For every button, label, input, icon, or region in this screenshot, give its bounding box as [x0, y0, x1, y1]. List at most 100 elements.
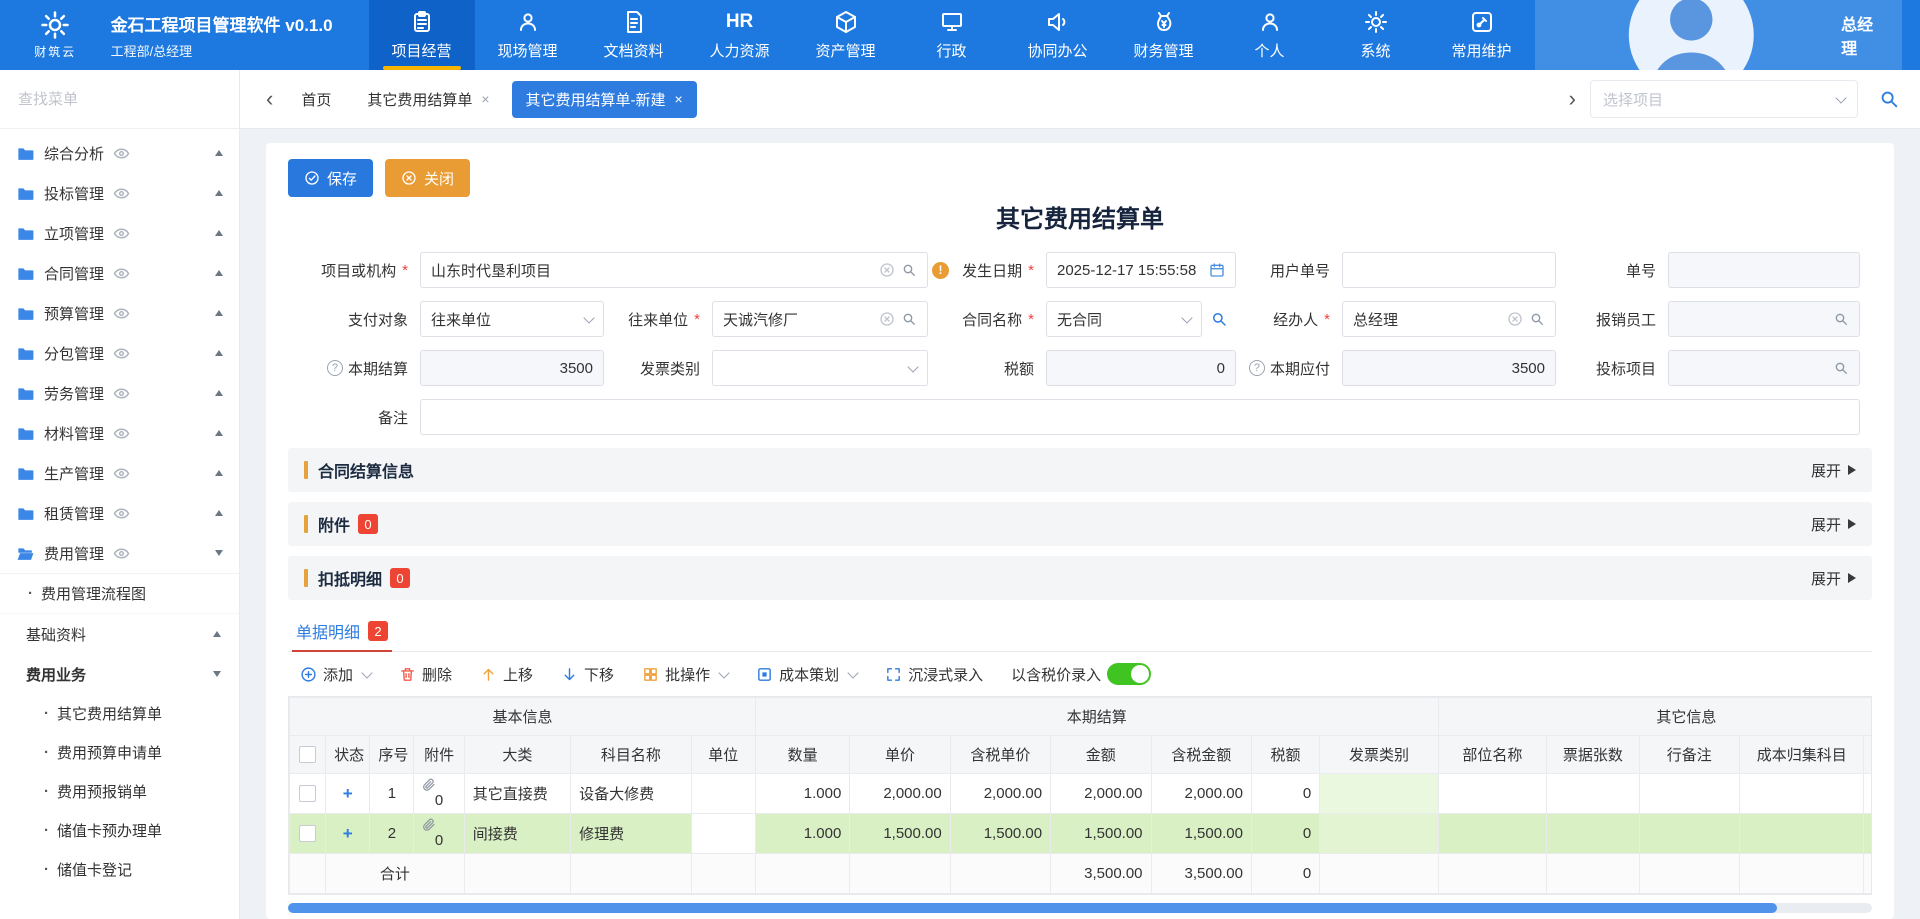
- eye-icon[interactable]: [113, 385, 130, 402]
- cell-amount-tax[interactable]: 2,000.00: [1151, 774, 1251, 814]
- clear-icon[interactable]: [879, 262, 895, 278]
- save-button[interactable]: 保存: [288, 159, 373, 197]
- sidebar-sub-expense-pre-reimbursement[interactable]: 费用预报销单: [0, 772, 239, 811]
- nav-item-site-mgmt[interactable]: 现场管理: [475, 0, 581, 70]
- cell-price[interactable]: 1,500.00: [850, 814, 950, 854]
- cell-invoice-type[interactable]: [1320, 774, 1439, 814]
- scrollbar-thumb[interactable]: [288, 903, 1777, 913]
- sidebar-item-contract[interactable]: 合同管理: [0, 253, 239, 293]
- cell-category[interactable]: 其它直接费: [464, 774, 570, 814]
- bid-project-field[interactable]: [1668, 350, 1860, 386]
- cell-attachment[interactable]: 0: [414, 814, 464, 854]
- immersive-entry-button[interactable]: 沉浸式录入: [885, 664, 983, 685]
- cell-amount-tax[interactable]: 1,500.00: [1151, 814, 1251, 854]
- calendar-icon[interactable]: [1209, 262, 1225, 278]
- expand-toggle[interactable]: 展开: [1811, 514, 1856, 535]
- sidebar-item-bidding[interactable]: 投标管理: [0, 173, 239, 213]
- sidebar-sub-other-expense-settlement[interactable]: 其它费用结算单: [0, 694, 239, 733]
- employee-field[interactable]: [1668, 301, 1860, 337]
- cell-amount[interactable]: 1,500.00: [1051, 814, 1151, 854]
- cell-invoice-type[interactable]: [1320, 814, 1439, 854]
- sidebar-item-material[interactable]: 材料管理: [0, 413, 239, 453]
- sidebar-sub-stored-card-register[interactable]: 储值卡登记: [0, 850, 239, 889]
- eye-icon[interactable]: [113, 265, 130, 282]
- nav-item-documents[interactable]: 文档资料: [581, 0, 687, 70]
- eye-icon[interactable]: [113, 465, 130, 482]
- cell-part-name[interactable]: [1438, 774, 1546, 814]
- section-attachments[interactable]: 附件 0 展开: [288, 502, 1872, 546]
- nav-item-collaboration[interactable]: 协同办公: [1005, 0, 1111, 70]
- cell-cost-subject[interactable]: [1739, 814, 1864, 854]
- nav-item-admin[interactable]: 行政: [899, 0, 1005, 70]
- search-icon[interactable]: [901, 262, 917, 278]
- app-subtitle[interactable]: 工程部/总经理: [111, 41, 359, 60]
- nav-item-maintenance[interactable]: 常用维护: [1429, 0, 1535, 70]
- sidebar-group-basic-data[interactable]: 基础资料: [0, 614, 239, 654]
- eye-icon[interactable]: [113, 305, 130, 322]
- tab-detail-lines[interactable]: 单据明细 2: [292, 610, 392, 652]
- sidebar-sub-expense-budget-application[interactable]: 费用预算申请单: [0, 733, 239, 772]
- user-no-field[interactable]: [1342, 252, 1556, 288]
- sidebar-group-expense-business[interactable]: 费用业务: [0, 654, 239, 694]
- eye-icon[interactable]: [113, 225, 130, 242]
- nav-item-system[interactable]: 系统: [1323, 0, 1429, 70]
- tax-price-entry-toggle[interactable]: 以含税价录入: [1011, 663, 1151, 685]
- sidebar-item-expense[interactable]: 费用管理: [0, 533, 239, 573]
- nav-item-finance[interactable]: 财务管理: [1111, 0, 1217, 70]
- row-checkbox[interactable]: [299, 785, 316, 802]
- eye-icon[interactable]: [113, 345, 130, 362]
- cell-category[interactable]: 间接费: [464, 814, 570, 854]
- remark-field[interactable]: [420, 399, 1860, 435]
- project-select[interactable]: 选择项目: [1590, 80, 1858, 118]
- horizontal-scrollbar[interactable]: [288, 903, 1872, 913]
- delete-row-button[interactable]: 删除: [399, 664, 452, 685]
- nav-item-assets[interactable]: 资产管理: [793, 0, 899, 70]
- close-button[interactable]: 关闭: [385, 159, 470, 197]
- org-field[interactable]: 山东时代垦利项目: [420, 252, 928, 288]
- pay-object-select[interactable]: 往来单位: [420, 301, 604, 337]
- tab-close-icon[interactable]: ×: [481, 92, 489, 106]
- sidebar-item-comprehensive-analysis[interactable]: 综合分析: [0, 133, 239, 173]
- tab-other-expense-settlement[interactable]: 其它费用结算单 ×: [353, 81, 503, 118]
- help-icon[interactable]: ?: [327, 360, 343, 376]
- cell-amount[interactable]: 2,000.00: [1051, 774, 1151, 814]
- move-down-button[interactable]: 下移: [561, 664, 614, 685]
- search-icon[interactable]: [901, 311, 917, 327]
- cell-price[interactable]: 2,000.00: [850, 774, 950, 814]
- cell-line-note[interactable]: [1639, 774, 1739, 814]
- cell-price-tax[interactable]: 2,000.00: [950, 774, 1050, 814]
- batch-operation-button[interactable]: 批操作: [642, 664, 728, 685]
- cell-plate-no[interactable]: [1864, 774, 1872, 814]
- cell-unit-editing[interactable]: [691, 814, 755, 854]
- partner-field[interactable]: 天诚汽修厂: [712, 301, 928, 337]
- clear-icon[interactable]: [1507, 311, 1523, 327]
- invoice-select[interactable]: [712, 350, 928, 386]
- sidebar-sub-stored-card-pre-apply[interactable]: 储值卡预办理单: [0, 811, 239, 850]
- cell-plate-no[interactable]: [1864, 814, 1872, 854]
- handler-field[interactable]: 总经理: [1342, 301, 1556, 337]
- section-deduction-detail[interactable]: 扣抵明细 0 展开: [288, 556, 1872, 600]
- contract-select[interactable]: 无合同: [1046, 301, 1202, 337]
- sidebar-item-project-initiation[interactable]: 立项管理: [0, 213, 239, 253]
- cell-qty[interactable]: 1.000: [755, 774, 849, 814]
- expand-toggle[interactable]: 展开: [1811, 568, 1856, 589]
- cell-cost-subject[interactable]: [1739, 774, 1864, 814]
- tab-close-icon[interactable]: ×: [675, 92, 683, 106]
- cell-line-note[interactable]: [1639, 814, 1739, 854]
- row-checkbox[interactable]: [299, 825, 316, 842]
- sidebar-item-leasing[interactable]: 租赁管理: [0, 493, 239, 533]
- sidebar-item-production[interactable]: 生产管理: [0, 453, 239, 493]
- cell-subject[interactable]: 修理费: [571, 814, 692, 854]
- eye-icon[interactable]: [113, 425, 130, 442]
- cell-tax[interactable]: 0: [1251, 774, 1319, 814]
- contract-search-icon[interactable]: [1210, 310, 1228, 328]
- nav-item-project-ops[interactable]: 项目经营: [369, 0, 475, 70]
- move-up-button[interactable]: 上移: [480, 664, 533, 685]
- help-icon[interactable]: ?: [1249, 360, 1265, 376]
- tabs-scroll-right-icon[interactable]: ›: [1563, 88, 1582, 110]
- cell-price-tax[interactable]: 1,500.00: [950, 814, 1050, 854]
- search-icon[interactable]: [1529, 311, 1545, 327]
- section-contract-settlement[interactable]: 合同结算信息 展开: [288, 448, 1872, 492]
- sidebar-item-budget[interactable]: 预算管理: [0, 293, 239, 333]
- eye-icon[interactable]: [113, 505, 130, 522]
